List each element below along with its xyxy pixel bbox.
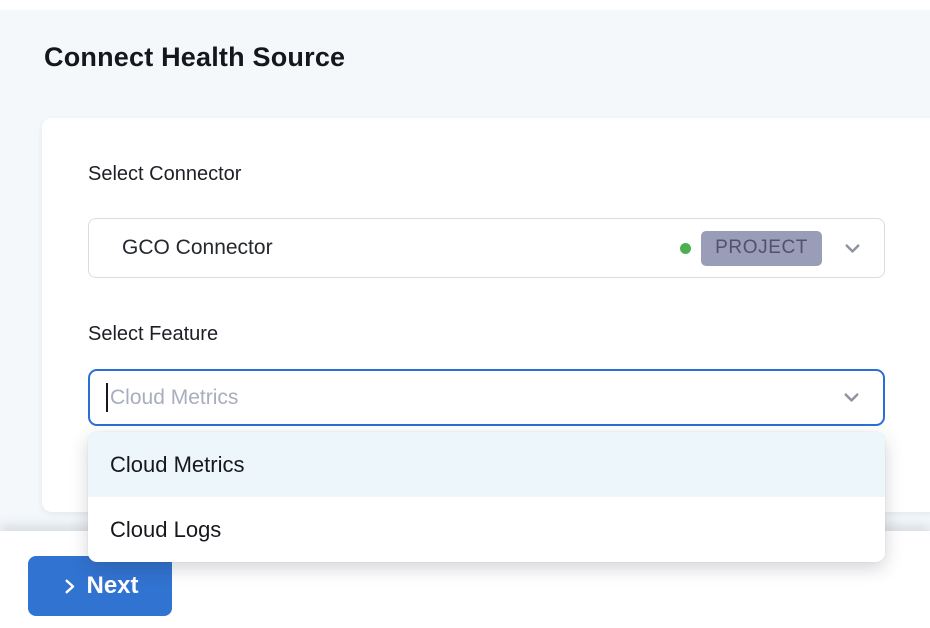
next-button[interactable]: Next xyxy=(28,556,172,616)
connector-select[interactable]: GCO Connector PROJECT xyxy=(88,218,885,278)
connector-select-value: GCO Connector xyxy=(122,236,273,260)
scope-badge: PROJECT xyxy=(701,231,822,266)
top-strip xyxy=(0,0,930,10)
dropdown-option-cloud-logs[interactable]: Cloud Logs xyxy=(88,497,885,562)
connected-status-dot-icon xyxy=(680,243,691,254)
select-connector-label: Select Connector xyxy=(88,163,241,186)
page-title: Connect Health Source xyxy=(44,42,345,73)
dropdown-option-cloud-metrics[interactable]: Cloud Metrics xyxy=(88,432,885,497)
select-feature-label: Select Feature xyxy=(88,323,218,346)
chevron-down-icon[interactable] xyxy=(841,237,864,260)
chevron-right-icon xyxy=(61,578,78,595)
text-cursor xyxy=(106,383,108,412)
feature-dropdown-menu: Cloud Metrics Cloud Logs xyxy=(88,432,885,562)
next-button-label: Next xyxy=(86,572,138,600)
feature-placeholder: Cloud Metrics xyxy=(110,386,238,410)
chevron-down-icon[interactable] xyxy=(840,386,863,409)
feature-select-input[interactable]: Cloud Metrics xyxy=(88,369,885,426)
